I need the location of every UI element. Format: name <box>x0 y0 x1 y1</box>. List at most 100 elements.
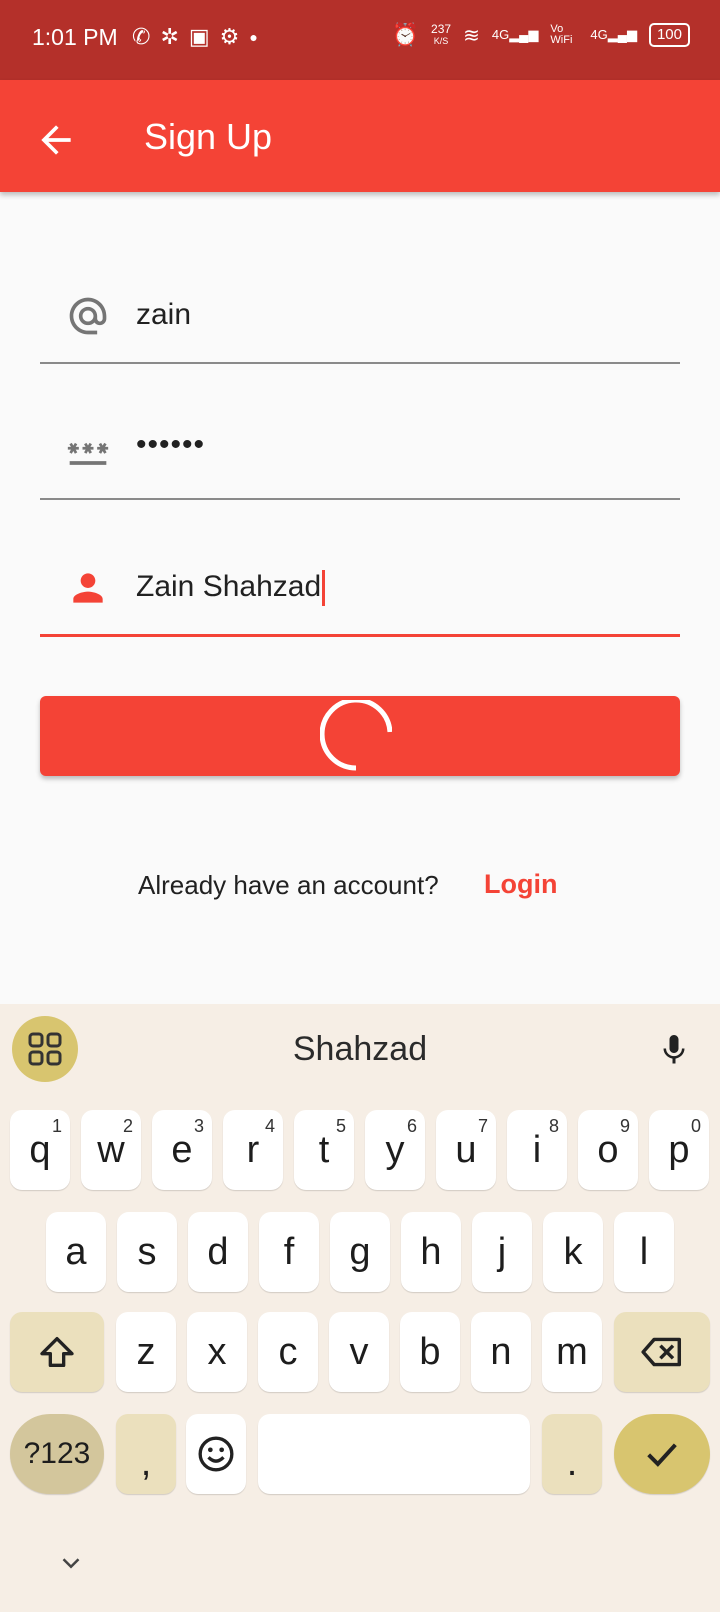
key-label: c <box>278 1330 298 1373</box>
enter-key[interactable] <box>614 1414 710 1494</box>
settings-icon: ⚙ <box>219 24 240 49</box>
status-time: 1:01 PM <box>32 24 118 50</box>
key-y[interactable]: y6 <box>365 1110 425 1190</box>
key-c[interactable]: c <box>258 1312 318 1392</box>
app-bar <box>0 80 720 192</box>
key-z[interactable]: z <box>116 1312 176 1392</box>
login-link[interactable]: Login <box>484 869 557 900</box>
password-value: •••••• <box>136 428 206 461</box>
period-key[interactable]: . <box>542 1414 602 1494</box>
key-x[interactable]: x <box>187 1312 247 1392</box>
key-label: h <box>420 1230 442 1273</box>
whatsapp-icon: ✆ <box>132 24 151 49</box>
key-label: x <box>207 1330 227 1373</box>
shift-key[interactable] <box>10 1312 104 1392</box>
key-label: s <box>137 1230 157 1273</box>
key-j[interactable]: j <box>472 1212 532 1292</box>
page-title: Sign Up <box>144 116 273 157</box>
key-r[interactable]: r4 <box>223 1110 283 1190</box>
key-d[interactable]: d <box>188 1212 248 1292</box>
checkmark-icon <box>647 1443 677 1467</box>
key-hint: 1 <box>51 1116 62 1136</box>
key-n[interactable]: n <box>471 1312 531 1392</box>
key-hint: 8 <box>548 1116 559 1136</box>
net-speed-unit: K/S <box>433 36 449 46</box>
dot-icon: ● <box>249 29 258 45</box>
backspace-key[interactable] <box>614 1312 710 1392</box>
key-g[interactable]: g <box>330 1212 390 1292</box>
space-key[interactable] <box>258 1414 530 1494</box>
butterfly-icon: ✲ <box>160 24 179 49</box>
signup-button[interactable] <box>40 696 680 776</box>
key-label: d <box>207 1230 229 1273</box>
mic-button[interactable] <box>656 1028 692 1072</box>
at-sign-icon <box>69 297 107 335</box>
key-label: z <box>136 1330 156 1373</box>
net1-label: 4G <box>491 27 510 42</box>
net-speed: 237 K/S <box>431 23 451 47</box>
key-hint: 4 <box>264 1116 275 1136</box>
battery-indicator: 100 <box>648 23 690 47</box>
key-label: e <box>171 1128 193 1171</box>
email-value: zain <box>136 298 192 331</box>
person-icon <box>73 573 103 603</box>
key-label: p <box>668 1128 690 1171</box>
loading-spinner-icon <box>320 700 392 771</box>
key-s[interactable]: s <box>117 1212 177 1292</box>
key-label: y <box>385 1128 405 1171</box>
backspace-icon <box>641 1337 682 1367</box>
key-hint: 7 <box>477 1116 488 1136</box>
key-k[interactable]: k <box>543 1212 603 1292</box>
comma-key[interactable]: , <box>116 1414 176 1494</box>
password-field[interactable]: •••••• <box>40 398 680 500</box>
key-label: g <box>349 1230 371 1273</box>
key-q[interactable]: q1 <box>10 1110 70 1190</box>
key-b[interactable]: b <box>400 1312 460 1392</box>
key-l[interactable]: l <box>614 1212 674 1292</box>
network-1: 4G▂▄▆ <box>491 27 539 42</box>
key-a[interactable]: a <box>46 1212 106 1292</box>
key-u[interactable]: u7 <box>436 1110 496 1190</box>
key-label: j <box>497 1230 507 1273</box>
login-prompt: Already have an account? <box>138 870 439 900</box>
key-label: i <box>532 1128 542 1171</box>
network-2: 4G▂▄▆ <box>590 27 637 42</box>
key-hint: 6 <box>406 1116 417 1136</box>
mic-icon <box>663 1035 685 1064</box>
key-h[interactable]: h <box>401 1212 461 1292</box>
key-m[interactable]: m <box>542 1312 602 1392</box>
key-w[interactable]: w2 <box>81 1110 141 1190</box>
key-label: m <box>556 1330 588 1373</box>
key-label: a <box>65 1230 87 1273</box>
key-p[interactable]: p0 <box>649 1110 709 1190</box>
name-value: Zain Shahzad <box>136 570 322 603</box>
key-hint: 9 <box>619 1116 630 1136</box>
back-button[interactable] <box>34 118 78 162</box>
key-v[interactable]: v <box>329 1312 389 1392</box>
chevron-down-icon <box>62 1558 80 1569</box>
key-label: u <box>455 1128 477 1171</box>
suggestion-word[interactable]: Shahzad <box>0 1030 720 1069</box>
key-i[interactable]: i8 <box>507 1110 567 1190</box>
volte-label: Vo WiFi <box>550 23 573 46</box>
hide-keyboard-button[interactable] <box>56 1548 86 1578</box>
full-name-field[interactable]: Zain Shahzad <box>40 534 680 637</box>
key-o[interactable]: o9 <box>578 1110 638 1190</box>
key-label: f <box>283 1230 295 1273</box>
net2-label: 4G <box>590 27 608 42</box>
key-hint: 5 <box>335 1116 346 1136</box>
key-label: v <box>349 1330 369 1373</box>
email-field[interactable]: zain <box>40 262 680 364</box>
key-e[interactable]: e3 <box>152 1110 212 1190</box>
key-label: k <box>563 1230 583 1273</box>
net-speed-value: 237 <box>431 22 452 36</box>
password-icon <box>67 442 109 465</box>
wifi-icon: ≋ <box>463 24 480 47</box>
key-label: b <box>419 1330 441 1373</box>
symbols-key[interactable]: ?123 <box>10 1414 104 1494</box>
key-t[interactable]: t5 <box>294 1110 354 1190</box>
emoji-key[interactable] <box>186 1414 246 1494</box>
notification-icons: ✆ ✲ ▣ ⚙ ● <box>132 24 258 50</box>
key-label: r <box>246 1128 260 1171</box>
key-f[interactable]: f <box>259 1212 319 1292</box>
